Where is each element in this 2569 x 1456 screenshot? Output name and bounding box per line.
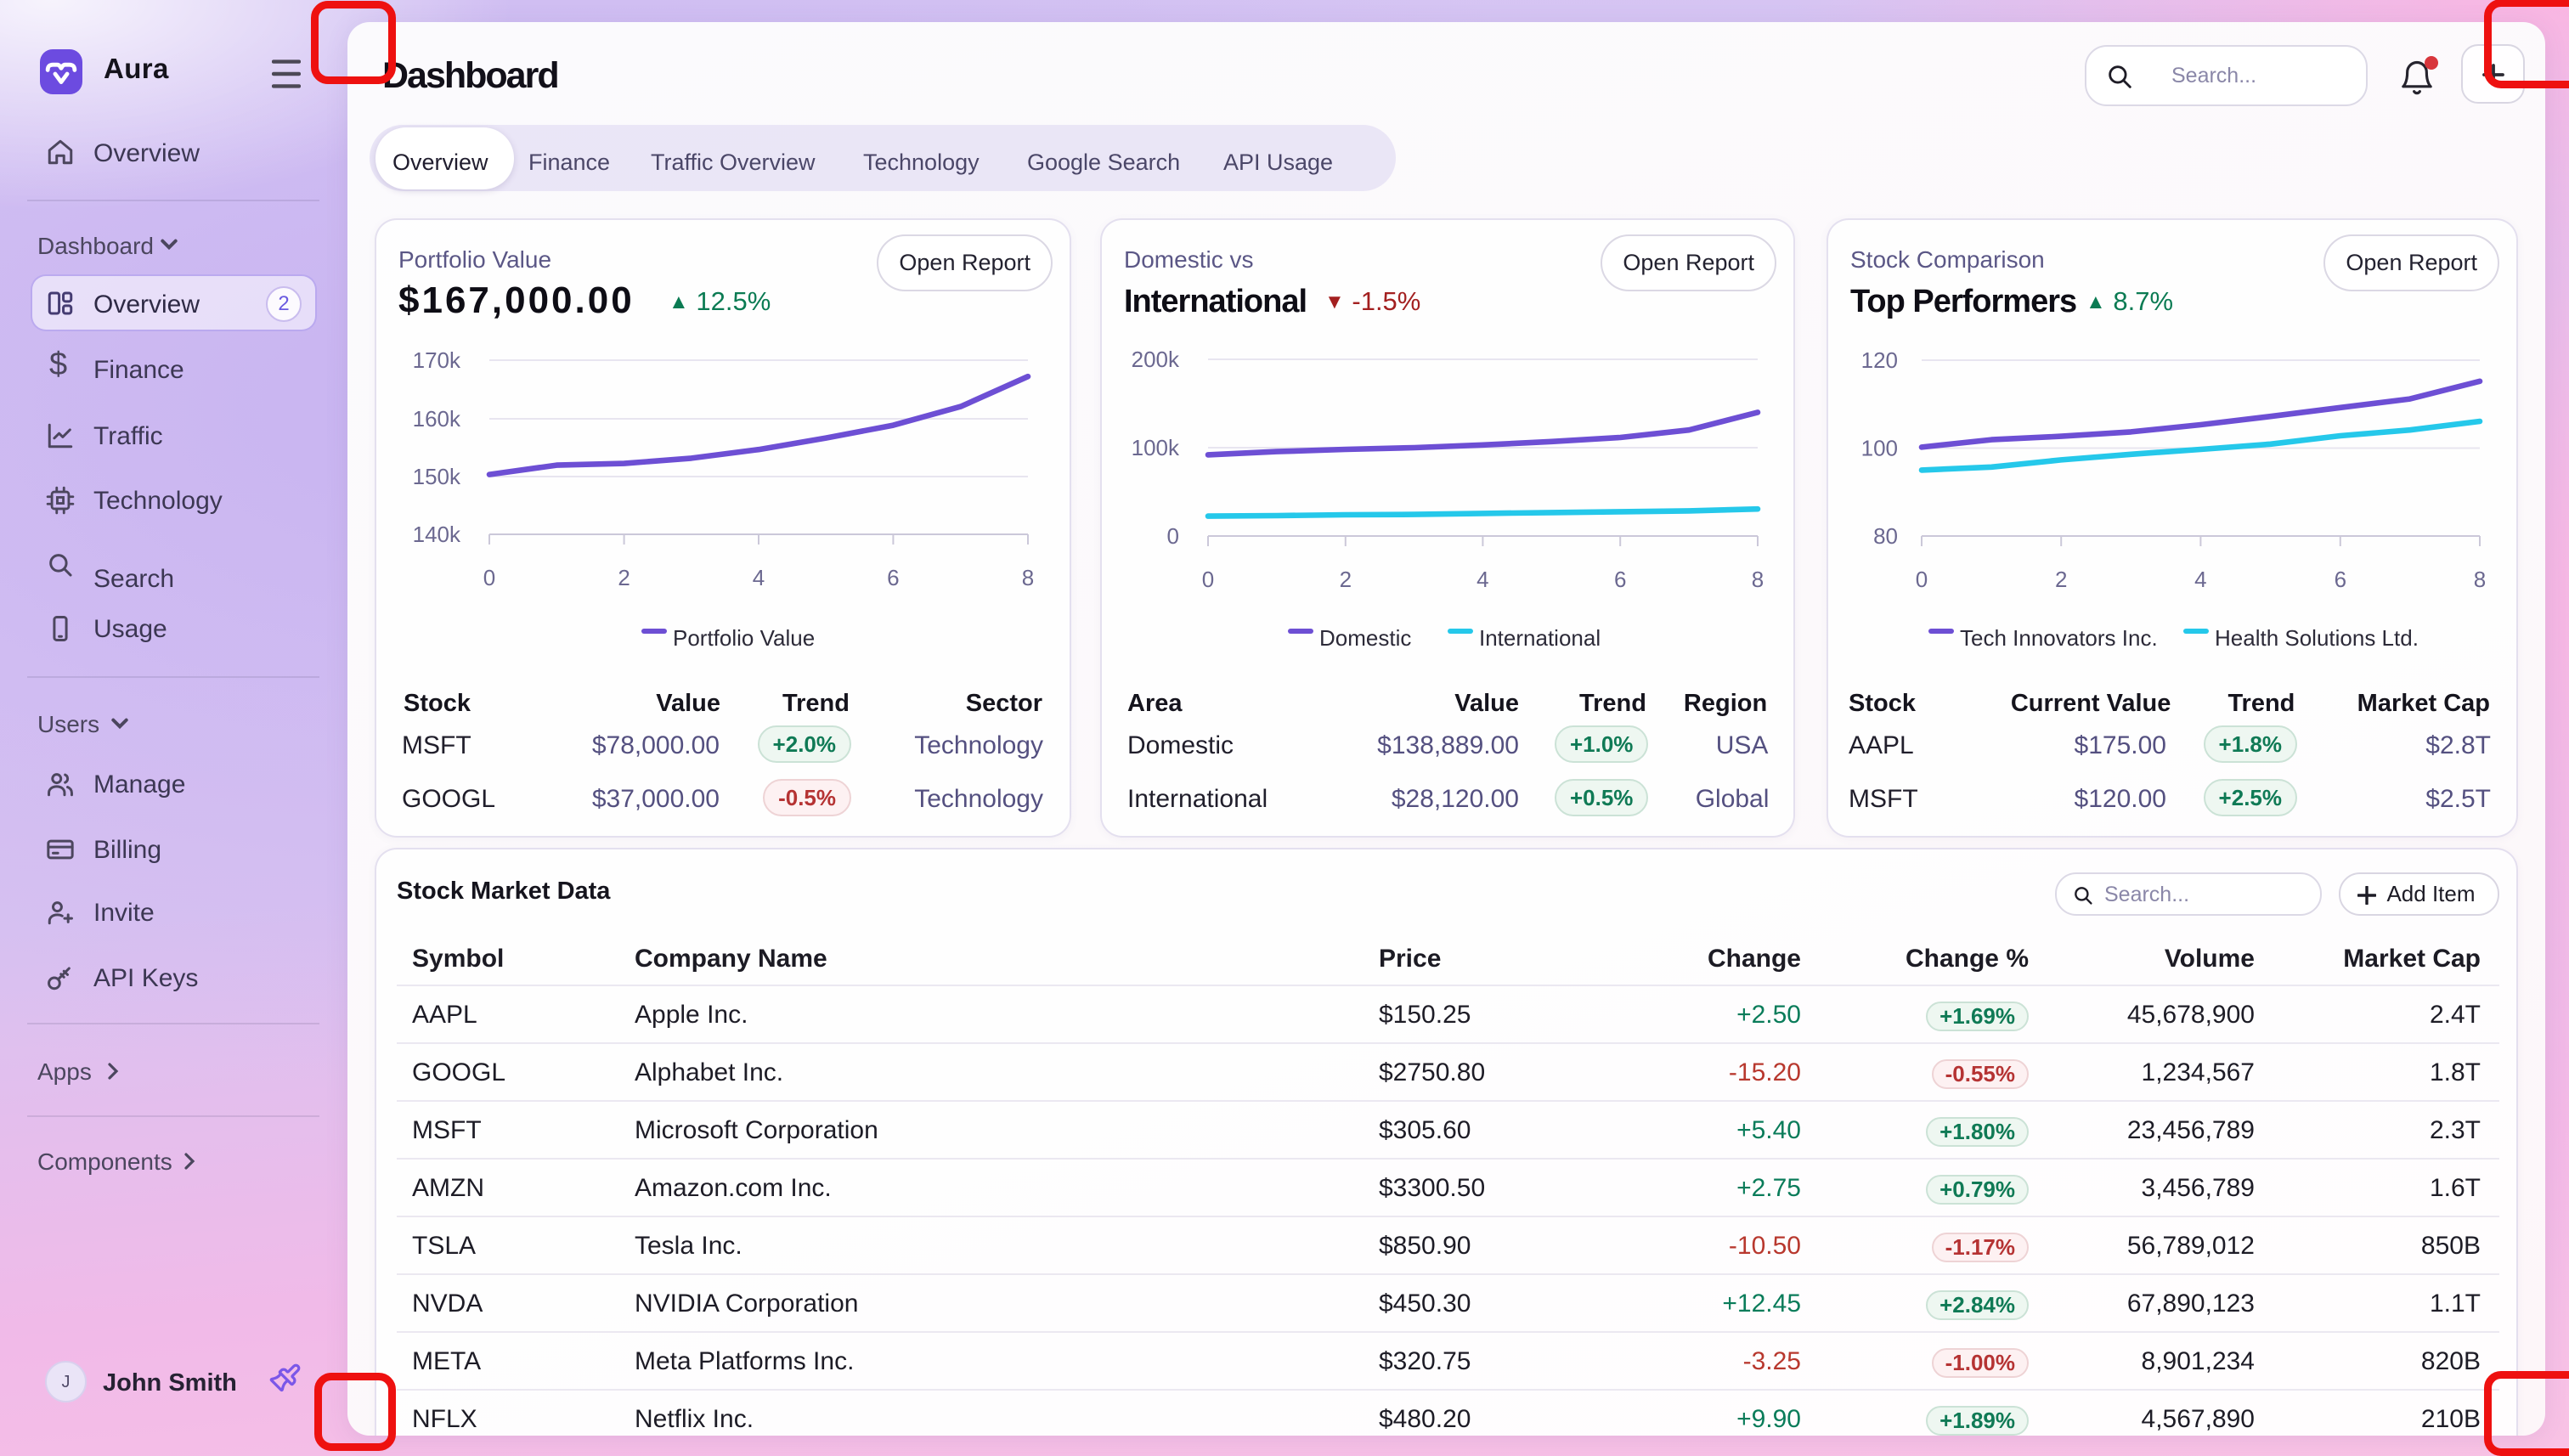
svg-text:150k: 150k <box>413 464 461 489</box>
svg-text:140k: 140k <box>413 522 461 547</box>
svg-text:100: 100 <box>1861 436 1898 461</box>
svg-text:2: 2 <box>1340 567 1352 592</box>
svg-text:4: 4 <box>753 565 765 590</box>
svg-text:0: 0 <box>1167 523 1179 549</box>
svg-text:6: 6 <box>887 565 899 590</box>
svg-text:8: 8 <box>1022 565 1034 590</box>
svg-text:2: 2 <box>2055 567 2067 592</box>
svg-text:0: 0 <box>1916 567 1928 592</box>
svg-text:160k: 160k <box>413 406 461 432</box>
svg-text:200k: 200k <box>1132 347 1180 372</box>
svg-text:8: 8 <box>2474 567 2486 592</box>
svg-text:4: 4 <box>2194 567 2206 592</box>
svg-text:6: 6 <box>2335 567 2346 592</box>
svg-text:120: 120 <box>1861 347 1898 373</box>
svg-text:0: 0 <box>483 565 495 590</box>
svg-text:80: 80 <box>1873 523 1898 549</box>
svg-text:100k: 100k <box>1132 435 1180 460</box>
svg-text:6: 6 <box>1614 567 1626 592</box>
svg-text:8: 8 <box>1752 567 1764 592</box>
svg-text:2: 2 <box>618 565 630 590</box>
svg-text:0: 0 <box>1202 567 1214 592</box>
svg-text:4: 4 <box>1476 567 1488 592</box>
svg-text:170k: 170k <box>413 347 461 373</box>
